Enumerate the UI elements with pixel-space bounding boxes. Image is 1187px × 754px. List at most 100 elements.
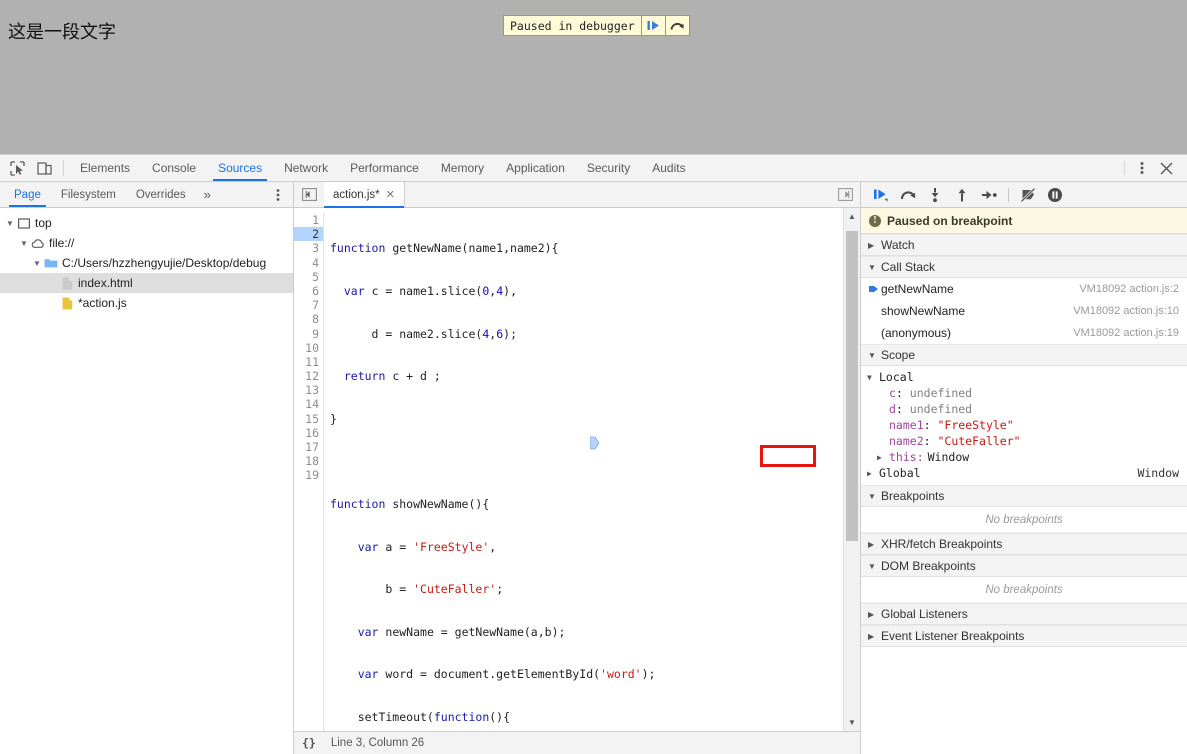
section-breakpoints[interactable]: ▼ Breakpoints [861,485,1187,507]
line-number-gutter[interactable]: 1 2 3 4 5 6 7 8 9 10 11 12 13 14 15 16 1… [294,213,324,731]
show-navigator-icon [301,188,317,201]
scope-local-label: Local [879,370,914,384]
gutter-line[interactable]: 8 [294,312,323,326]
gutter-line[interactable]: 15 [294,412,323,426]
scope-property[interactable]: c: undefined [861,385,1187,401]
section-label: DOM Breakpoints [881,559,976,573]
gutter-line[interactable]: 13 [294,383,323,397]
tree-item-top[interactable]: ▼ top [0,213,293,233]
show-navigator-button[interactable] [294,182,324,207]
gutter-line[interactable]: 12 [294,369,323,383]
scope-global-root[interactable]: ▶ Global Window [861,465,1187,481]
overlay-step-over-button[interactable] [664,16,689,35]
code-editor[interactable]: 1 2 3 4 5 6 7 8 9 10 11 12 13 14 15 16 1… [294,208,843,731]
navigator-more-options-button[interactable] [271,182,293,207]
code-lines[interactable]: function getNewName(name1,name2){ var c … [324,213,843,731]
tree-item-folder[interactable]: ▼ C:/Users/hzzhengyujie/Desktop/debug [0,253,293,273]
show-debugger-button[interactable] [830,182,860,207]
pause-on-exceptions-button[interactable] [1043,183,1067,207]
chevron-right-icon: ▶ [868,240,875,250]
property-value: "FreeStyle" [937,418,1014,432]
nav-tab-overrides[interactable]: Overrides [126,182,196,207]
deactivate-breakpoints-button[interactable] [1016,183,1040,207]
call-stack-frame[interactable]: (anonymous) VM18092 action.js:19 [861,322,1187,344]
breakpoints-empty-message: No breakpoints [861,507,1187,533]
tree-item-label: C:/Users/hzzhengyujie/Desktop/debug [62,256,267,270]
frame-location: VM18092 action.js:10 [1073,305,1179,317]
tab-performance[interactable]: Performance [339,155,430,181]
scope-this[interactable]: ▶ this: Window [861,449,1187,465]
code-line: var c = name1.slice(0,4), [343,284,518,298]
close-devtools-button[interactable] [1153,162,1179,175]
property-value: undefined [909,386,973,400]
gutter-line-execution[interactable]: 2 [294,227,323,242]
nav-more-tabs-button[interactable]: » [196,182,219,207]
gutter-line[interactable]: 3 [294,241,323,255]
scope-local-root[interactable]: ▼ Local [861,369,1187,385]
scrollbar-track[interactable] [844,225,860,714]
scroll-up-arrow-icon[interactable]: ▲ [844,208,861,225]
step-button[interactable] [977,183,1001,207]
gutter-line[interactable]: 14 [294,397,323,411]
scrollbar-thumb[interactable] [846,231,858,541]
more-options-button[interactable] [1131,160,1153,176]
section-watch[interactable]: ▶ Watch [861,234,1187,256]
section-event-listener-breakpoints[interactable]: ▶ Event Listener Breakpoints [861,625,1187,647]
tab-security[interactable]: Security [576,155,641,181]
tab-console[interactable]: Console [141,155,207,181]
step-into-button[interactable] [923,183,947,207]
editor-vertical-scrollbar[interactable]: ▲ ▼ [843,208,860,731]
resume-script-button[interactable] [869,183,893,207]
tab-sources[interactable]: Sources [207,155,273,181]
close-tab-icon[interactable]: ✕ [386,188,395,201]
tree-item-label: file:// [49,236,75,250]
gutter-line[interactable]: 1 [294,213,323,227]
gutter-line[interactable]: 16 [294,426,323,440]
scope-property[interactable]: name2: "CuteFaller" [861,433,1187,449]
tree-item-index-html[interactable]: index.html [0,273,293,293]
section-scope[interactable]: ▼ Scope [861,344,1187,366]
gutter-line[interactable]: 19 [294,468,323,482]
gutter-line[interactable]: 5 [294,270,323,284]
gutter-line[interactable]: 11 [294,355,323,369]
step-out-button[interactable] [950,183,974,207]
gutter-line[interactable]: 17 [294,440,323,454]
call-stack-frame[interactable]: showNewName VM18092 action.js:10 [861,300,1187,322]
tab-application[interactable]: Application [495,155,576,181]
debugger-sidebar: ! Paused on breakpoint ▶ Watch ▼ Call St… [861,182,1187,754]
pretty-print-button[interactable]: {} [299,736,319,750]
overlay-resume-button[interactable] [640,16,665,35]
tab-elements[interactable]: Elements [69,155,141,181]
tab-audits[interactable]: Audits [641,155,696,181]
nav-tab-page[interactable]: Page [4,182,51,207]
file-tree: ▼ top ▼ file:// ▼ C:/Users/hzzhengyujie/… [0,208,293,754]
gutter-line[interactable]: 4 [294,256,323,270]
tab-network[interactable]: Network [273,155,339,181]
tree-item-action-js[interactable]: *action.js [0,293,293,313]
section-global-listeners[interactable]: ▶ Global Listeners [861,603,1187,625]
scroll-down-arrow-icon[interactable]: ▼ [844,714,861,731]
step-out-icon [958,188,966,201]
call-stack-frame-current[interactable]: getNewName VM18092 action.js:2 [861,278,1187,300]
gutter-line[interactable]: 10 [294,341,323,355]
gutter-line[interactable]: 6 [294,284,323,298]
nav-tab-filesystem[interactable]: Filesystem [51,182,126,207]
twisty-icon[interactable]: ▼ [31,259,43,268]
twisty-icon[interactable]: ▼ [4,219,16,228]
device-toolbar-button[interactable] [31,155,58,181]
scope-property[interactable]: d: undefined [861,401,1187,417]
gutter-line[interactable]: 9 [294,327,323,341]
section-dom-breakpoints[interactable]: ▼ DOM Breakpoints [861,555,1187,577]
scope-property[interactable]: name1: "FreeStyle" [861,417,1187,433]
chevron-right-icon: ▶ [868,631,875,641]
inspect-element-button[interactable] [4,155,31,181]
editor-tab-action-js[interactable]: action.js* ✕ [324,182,405,208]
gutter-line[interactable]: 7 [294,298,323,312]
tab-memory[interactable]: Memory [430,155,495,181]
gutter-line[interactable]: 18 [294,454,323,468]
twisty-icon[interactable]: ▼ [18,239,30,248]
step-over-button[interactable] [896,183,920,207]
section-call-stack[interactable]: ▼ Call Stack [861,256,1187,278]
tree-item-file-origin[interactable]: ▼ file:// [0,233,293,253]
section-xhr-breakpoints[interactable]: ▶ XHR/fetch Breakpoints [861,533,1187,555]
